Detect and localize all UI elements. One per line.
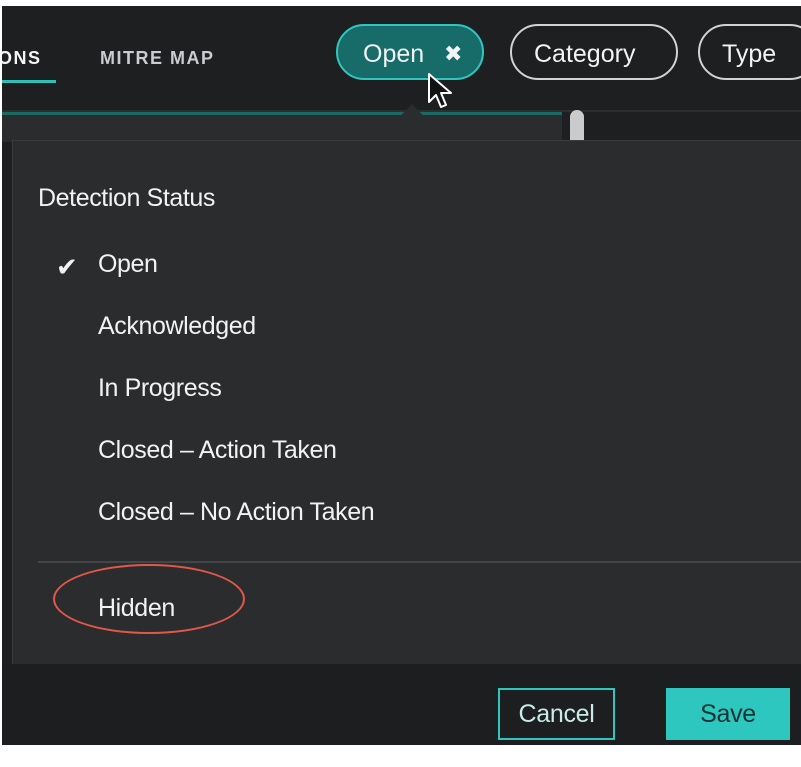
status-option-acknowledged[interactable]: Acknowledged (98, 312, 256, 341)
dropdown-divider (38, 561, 801, 563)
dropdown-title: Detection Status (38, 184, 216, 212)
checkmark-icon: ✔ (56, 252, 78, 282)
mouse-cursor-icon (428, 73, 452, 108)
filter-pill-category[interactable]: Category (510, 24, 678, 80)
tab-detections[interactable]: ONS (2, 48, 42, 69)
status-option-closed-action-taken[interactable]: Closed – Action Taken (98, 436, 337, 465)
row-accent-line (2, 112, 562, 115)
tab-mitre-map[interactable]: MITRE MAP (100, 48, 215, 69)
background-list-row (2, 112, 562, 142)
active-tab-indicator (2, 80, 56, 83)
filter-pill-type-label: Type (722, 40, 777, 68)
filter-pill-type[interactable]: Type (698, 24, 801, 80)
filter-pill-open[interactable]: Open ✖ (336, 24, 484, 80)
dropdown-footer: Cancel Save (2, 664, 801, 745)
status-option-closed-no-action-taken[interactable]: Closed – No Action Taken (98, 498, 375, 527)
highlight-annotation (53, 564, 245, 634)
app-frame: ONS MITRE MAP Open ✖ Category Type Detec… (2, 6, 801, 745)
save-button[interactable]: Save (666, 688, 790, 740)
top-nav: ONS MITRE MAP Open ✖ Category Type (2, 6, 801, 112)
status-option-in-progress[interactable]: In Progress (98, 374, 222, 403)
cancel-button[interactable]: Cancel (498, 688, 615, 740)
status-option-open[interactable]: Open (98, 250, 158, 279)
filter-pill-open-label: Open (363, 40, 425, 68)
filter-pill-category-label: Category (534, 40, 636, 68)
